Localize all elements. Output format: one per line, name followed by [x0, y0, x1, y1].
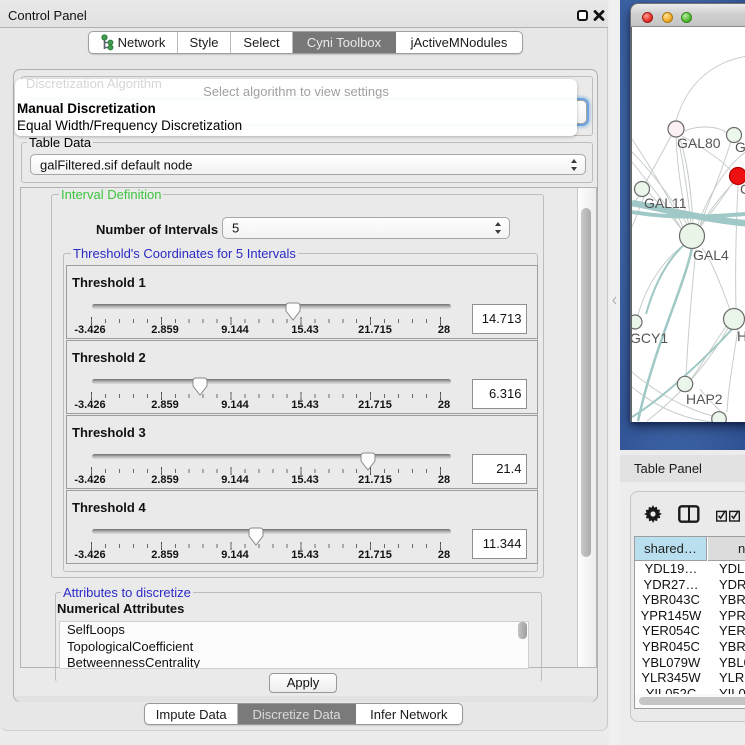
svg-text:GCY1: GCY1	[632, 330, 668, 346]
svg-text:HAP2: HAP2	[686, 391, 723, 407]
svg-text:GAL80: GAL80	[677, 135, 721, 151]
svg-text:GAL4: GAL4	[693, 247, 729, 263]
svg-text:C: C	[740, 181, 745, 197]
svg-text:G.: G.	[735, 139, 745, 155]
svg-text:H: H	[737, 328, 745, 344]
svg-text:GAL11: GAL11	[644, 195, 687, 211]
